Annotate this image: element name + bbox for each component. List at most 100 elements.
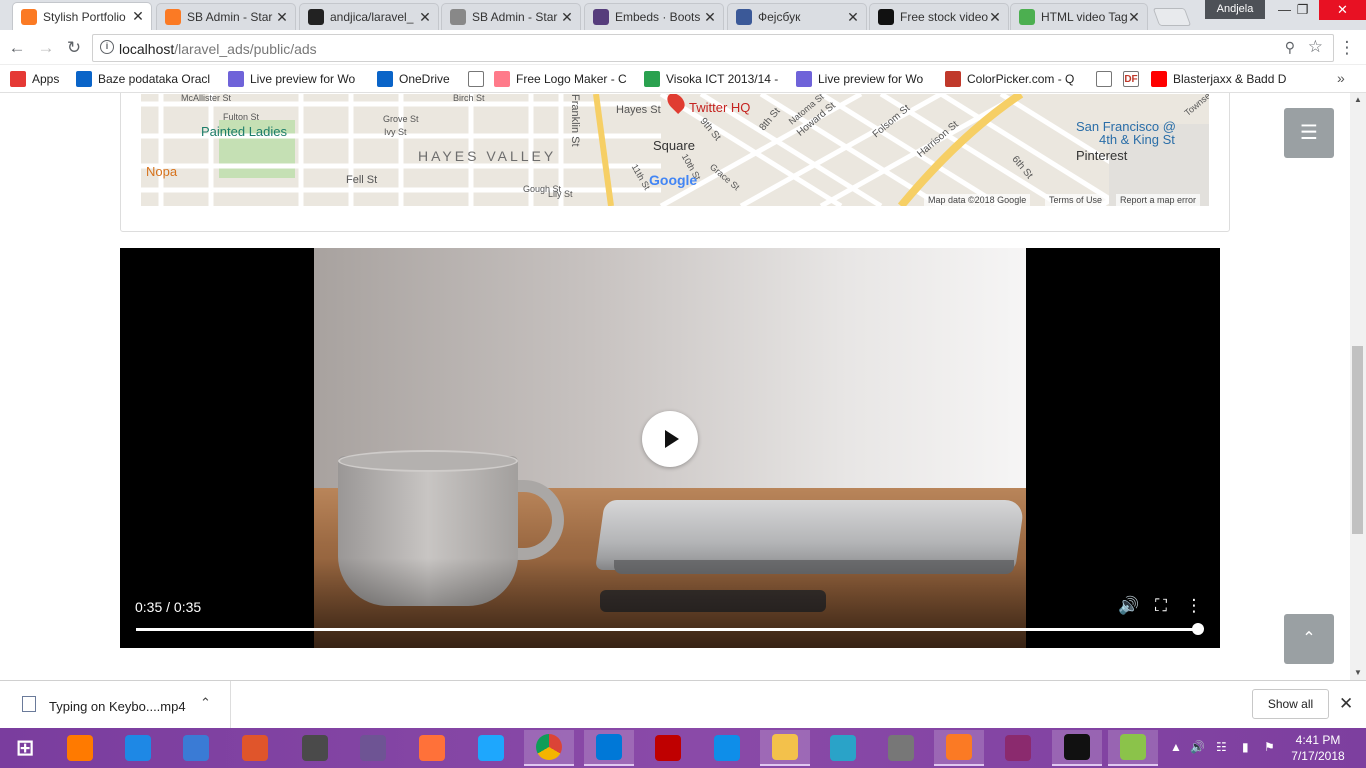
tab-close-icon[interactable]: ✕ [275,9,289,26]
volume-tray-icon[interactable]: 🔊 [1190,740,1205,754]
page-scrollbar[interactable]: ▲ ▼ [1350,93,1366,680]
taskbar-app[interactable] [1108,730,1158,766]
bookmark-item[interactable]: Baze podataka Oracl [76,71,216,87]
taskbar-app[interactable] [171,730,221,766]
bookmark-item[interactable]: Live preview for Wo [796,71,936,87]
tab-close-icon[interactable]: ✕ [846,9,860,26]
taskbar-app[interactable] [760,730,810,766]
browser-tab[interactable]: Free stock video ✕ [869,3,1009,30]
scrollbar-thumb[interactable] [1352,346,1363,534]
taskbar-app[interactable] [584,730,634,766]
taskbar-app[interactable] [290,730,340,766]
system-clock[interactable]: 4:41 PM 7/17/2018 [1288,732,1348,764]
taskbar-app[interactable] [348,730,398,766]
bookmark-item[interactable]: DF [1123,71,1145,87]
bookmark-item[interactable]: Blasterjaxx & Badd D [1151,71,1291,87]
taskbar-app[interactable] [818,730,868,766]
bookmark-item[interactable]: Apps [10,71,70,87]
tab-close-icon[interactable]: ✕ [703,9,717,26]
taskbar-app[interactable] [876,730,926,766]
google-map[interactable]: Painted Ladies Nopa HAYES VALLEY Twitter… [141,94,1209,206]
video-player[interactable]: 0:35 / 0:35 🔊 ⛶ ⋮ [120,248,1220,648]
taskbar-app[interactable] [993,730,1043,766]
taskbar-app[interactable] [1052,730,1102,766]
browser-tab[interactable]: Stylish Portfolio ✕ [12,2,152,30]
chrome-menu-icon[interactable]: ⋮ [1336,37,1358,59]
preview-icon [228,71,244,87]
tab-close-icon[interactable]: ✕ [560,9,574,26]
taskbar-app[interactable] [702,730,752,766]
network-tray-icon[interactable]: ☷ [1216,740,1227,754]
taskbar-app[interactable] [524,730,574,766]
flag-tray-icon[interactable]: ⚑ [1264,740,1275,754]
browser-tab[interactable]: HTML video Tag ✕ [1010,3,1148,30]
terms-of-use-link[interactable]: Terms of Use [1045,194,1107,206]
browser-tab[interactable]: SB Admin - Star ✕ [441,3,581,30]
taskbar-app[interactable] [55,730,105,766]
reload-icon[interactable]: ↻ [63,37,85,59]
taskbar-app[interactable] [934,730,984,766]
scroll-down-arrow-icon[interactable]: ▼ [1350,666,1366,680]
back-arrow-icon[interactable]: ← [6,37,28,59]
tab-close-icon[interactable]: ✕ [988,9,1002,26]
street-ivy: Ivy St [384,127,407,137]
bookmark-star-icon[interactable]: ☆ [1308,37,1323,57]
info-icon[interactable]: i [100,40,114,54]
tray-expand-icon[interactable]: ▲ [1170,740,1182,754]
bookmark-item[interactable]: ColorPicker.com - Q [945,71,1085,87]
video-progress-bar[interactable] [136,628,1198,631]
play-button[interactable] [642,411,698,467]
address-bar[interactable]: i localhost/laravel_ads/public/ads ⚲ ☆ [92,34,1334,62]
show-all-button[interactable]: Show all [1252,689,1329,719]
bookmark-item[interactable]: Visoka ICT 2013/14 - [644,71,784,87]
map-label-nopa[interactable]: Nopa [146,164,177,179]
bookmark-label: ColorPicker.com - Q [967,72,1075,86]
forward-arrow-icon[interactable]: → [35,37,57,59]
map-label-square[interactable]: Square [653,138,695,153]
taskbar-app[interactable] [113,730,163,766]
taskbar-app[interactable] [466,730,516,766]
bookmark-item[interactable]: OneDrive [377,71,457,87]
video-progress-thumb[interactable] [1192,623,1204,635]
tab-close-icon[interactable]: ✕ [418,9,432,26]
map-label-twitter-hq[interactable]: Twitter HQ [689,100,750,115]
volume-icon[interactable]: 🔊 [1118,595,1140,617]
url-text[interactable]: localhost/laravel_ads/public/ads [119,41,317,57]
scroll-to-top-button[interactable]: ⌃ [1284,614,1334,664]
browser-tab[interactable]: SB Admin - Star ✕ [156,3,296,30]
browser-tab[interactable]: andjica/laravel_ ✕ [299,3,439,30]
map-label-4th-king[interactable]: 4th & King St [1099,132,1175,147]
report-map-error-link[interactable]: Report a map error [1116,194,1201,206]
map-label-pinterest[interactable]: Pinterest [1076,148,1127,163]
fullscreen-icon[interactable]: ⛶ [1150,595,1172,617]
menu-toggle-button[interactable]: ☰ [1284,108,1334,158]
page-icon [468,71,484,87]
tab-close-icon[interactable]: ✕ [131,8,145,25]
map-label-painted-ladies[interactable]: Painted Ladies [201,124,287,139]
scroll-up-arrow-icon[interactable]: ▲ [1350,93,1366,107]
profile-button[interactable]: Andjela [1205,0,1265,19]
bookmark-item[interactable] [1096,71,1116,87]
bookmark-item[interactable]: Live preview for Wo [228,71,368,87]
bookmark-item[interactable]: Free Logo Maker - C [494,71,632,87]
taskbar-app[interactable] [643,730,693,766]
taskbar-app[interactable]: ⊞ [0,730,50,766]
close-window-button[interactable]: ✕ [1319,0,1366,20]
download-item[interactable]: Typing on Keybo....mp4 ⌃ [0,681,231,729]
chevron-up-icon[interactable]: ⌃ [200,695,211,711]
signal-tray-icon[interactable]: ▮ [1242,740,1249,754]
key-icon[interactable]: ⚲ [1285,39,1295,56]
download-filename[interactable]: Typing on Keybo....mp4 [49,699,186,714]
close-icon[interactable]: ✕ [1339,694,1353,714]
bookmark-item[interactable] [468,71,488,87]
browser-tab[interactable]: Фејсбук ✕ [727,3,867,30]
new-tab-button[interactable] [1152,8,1192,26]
more-options-icon[interactable]: ⋮ [1183,595,1205,617]
taskbar-app[interactable] [407,730,457,766]
bookmarks-overflow-icon[interactable]: » [1337,70,1345,86]
taskbar-app[interactable] [230,730,280,766]
cmd-icon [1064,734,1090,760]
maximize-button[interactable]: ❐ [1286,0,1319,20]
tab-close-icon[interactable]: ✕ [1127,9,1141,26]
browser-tab[interactable]: Embeds · Boots ✕ [584,3,724,30]
